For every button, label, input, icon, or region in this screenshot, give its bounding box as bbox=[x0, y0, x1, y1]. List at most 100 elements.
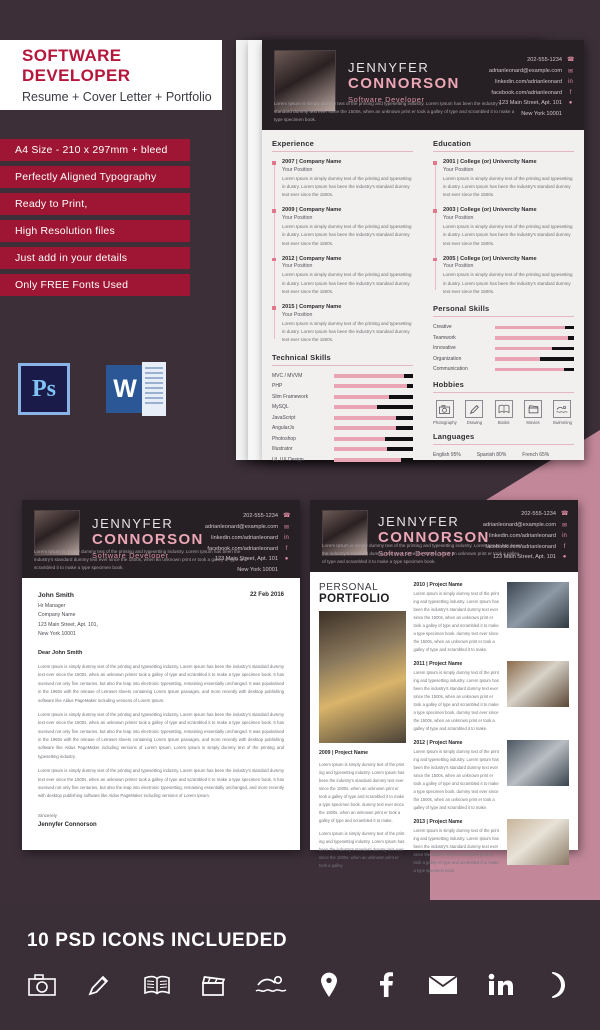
experience-item: 2007 | Company Name Your Position Lorem … bbox=[272, 159, 413, 199]
experience-heading: 2015 | Company Name bbox=[282, 304, 342, 311]
skill-label: Organization bbox=[433, 355, 462, 362]
project-text: 2012 | Project Name Lorem Ipsum is simpl… bbox=[413, 740, 501, 812]
name-block: JENNYFER CONNORSON Software Developer bbox=[348, 60, 460, 104]
icons-banner-row bbox=[20, 965, 580, 1005]
hobby-label: Drawing bbox=[466, 420, 483, 426]
skill-label: AngularJs bbox=[272, 425, 295, 432]
letter-signer: Jennyfer Connorson bbox=[38, 821, 97, 828]
recipient-company: Company Name bbox=[38, 612, 76, 618]
language-item: Spanish 80% bbox=[476, 452, 507, 459]
location-icon: ● bbox=[562, 554, 567, 560]
skill-row: Organization bbox=[433, 356, 574, 362]
feature-list: A4 Size - 210 x 297mm + bleed Perfectly … bbox=[0, 139, 190, 301]
contact-row: 202-555-1234 ☎ bbox=[489, 56, 574, 64]
technical-skills-list: MVC / MVVM PHP Slim Framework MySQL Java… bbox=[272, 373, 413, 463]
personal-skills-list: Creative Teamwork Innovative Organizatio… bbox=[433, 324, 574, 372]
contact-text: 202-555-1234 bbox=[521, 510, 556, 517]
skill-row: Photoshop bbox=[272, 436, 413, 442]
hobby-label: Photography bbox=[433, 420, 457, 426]
mail-icon: ✉ bbox=[567, 68, 574, 75]
project-heading: 2013 | Project Name bbox=[413, 818, 463, 825]
recipient-city: New York 10001 bbox=[38, 631, 76, 637]
contact-row: 202-555-1234 ☎ bbox=[483, 510, 569, 518]
resume-right-column: Education 2001 | College (or) Univercity… bbox=[423, 130, 584, 460]
facebook-icon: f bbox=[563, 543, 566, 550]
education-body: Lorem Ipsum is simply dummy text of the … bbox=[443, 175, 573, 198]
poster-canvas: SOFTWARE DEVELOPER Resume + Cover Letter… bbox=[0, 0, 600, 1030]
section-title-technical-skills: Technical Skills bbox=[272, 353, 413, 366]
portfolio-left-body: Lorem Ipsum is simply dummy text of the … bbox=[319, 830, 405, 868]
letter-paragraph: Lorem Ipsum is simply dummy text of the … bbox=[38, 711, 284, 759]
section-title-hobbies: Hobbies bbox=[433, 380, 574, 394]
skill-row: PHP bbox=[272, 383, 413, 389]
skill-label: JavaScript bbox=[272, 414, 296, 421]
hobby-label: Swimming bbox=[552, 420, 572, 426]
section-title-languages: Languages bbox=[433, 432, 574, 446]
project-thumbnail bbox=[507, 660, 569, 707]
linkedin-icon: in bbox=[562, 533, 567, 539]
skill-row: MVC / MVVM bbox=[272, 373, 413, 379]
first-name: JENNYFER bbox=[92, 516, 174, 531]
resume-left-column: Experience 2007 | Company Name Your Posi… bbox=[262, 130, 423, 463]
skill-row: Communication bbox=[433, 366, 574, 372]
skill-bar bbox=[334, 384, 413, 389]
skill-row: JavaScript bbox=[272, 415, 413, 421]
experience-body: Lorem Ipsum is simply dummy text of the … bbox=[282, 223, 412, 246]
skill-row: MySQL bbox=[272, 404, 413, 410]
last-name: CONNORSON bbox=[92, 531, 204, 548]
section-title-experience: Experience bbox=[272, 139, 413, 152]
profile-blurb: Lorem Ipsum is simply dummy text of the … bbox=[34, 548, 248, 570]
education-heading: 2003 | College (or) Univercity Name bbox=[443, 207, 537, 214]
feature-item: High Resolution files bbox=[0, 220, 190, 242]
portfolio-body: PERSONAL PORTFOLIO 2009 | Project Name L… bbox=[310, 572, 578, 873]
camera-icon bbox=[435, 400, 454, 419]
portfolio-project: 2010 | Project Name Lorem Ipsum is simpl… bbox=[413, 582, 569, 654]
skill-bar bbox=[334, 457, 413, 462]
skill-label: Illustrator bbox=[272, 446, 293, 453]
hobby-item: Photography bbox=[433, 400, 457, 425]
education-item: 2003 | College (or) Univercity Name Your… bbox=[433, 207, 574, 247]
education-item: 2001 | College (or) Univercity Name Your… bbox=[433, 159, 574, 199]
education-subheading: Your Position bbox=[443, 214, 474, 221]
experience-subheading: Your Position bbox=[282, 166, 313, 173]
skill-bar bbox=[334, 394, 413, 399]
contact-text: linkedin.com/adrianleonard bbox=[495, 79, 562, 85]
facebook-icon bbox=[364, 965, 408, 1005]
portfolio-title-line1: PERSONAL bbox=[319, 582, 379, 593]
project-thumbnail bbox=[507, 818, 569, 865]
location-pin-icon bbox=[307, 965, 351, 1005]
letter-salutation: Dear John Smith bbox=[38, 650, 83, 656]
book-icon bbox=[135, 965, 179, 1005]
education-body: Lorem Ipsum is simply dummy text of the … bbox=[443, 223, 573, 246]
experience-item: 2009 | Company Name Your Position Lorem … bbox=[272, 207, 413, 247]
contact-row: adrianleonard@example.com ✉ bbox=[205, 524, 290, 531]
section-title-education: Education bbox=[433, 139, 574, 152]
experience-item: 2012 | Company Name Your Position Lorem … bbox=[272, 256, 413, 296]
linkedin-icon: in bbox=[284, 535, 289, 541]
hobby-item: Books bbox=[492, 400, 515, 425]
contact-row: adrianleonard@example.com ✉ bbox=[483, 522, 568, 529]
contact-text: facebook.com/adrianleonard bbox=[491, 89, 562, 96]
skill-row: Illustrator bbox=[272, 446, 413, 452]
last-name: CONNORSON bbox=[348, 75, 460, 92]
project-body: Lorem Ipsum is simply dummy text of the … bbox=[413, 669, 499, 731]
phone-icon: ☎ bbox=[561, 511, 569, 517]
facebook-icon: f bbox=[285, 545, 288, 552]
contact-text: linkedin.com/adrianleonard bbox=[211, 535, 278, 541]
experience-heading: 2007 | Company Name bbox=[282, 159, 342, 165]
project-body: Lorem Ipsum is simply dummy text of the … bbox=[413, 748, 499, 810]
education-item: 2005 | College (or) Univercity Name Your… bbox=[433, 255, 574, 296]
language-item: English 95% bbox=[433, 452, 461, 459]
contact-row: linkedin.com/adrianleonard in bbox=[483, 533, 568, 539]
word-logo-letter: W bbox=[106, 365, 144, 413]
experience-subheading: Your Position bbox=[282, 214, 313, 221]
education-heading: 2005 | College (or) Univercity Name bbox=[443, 255, 537, 262]
icons-banner-title: 10 PSD ICONS INCLUEDED bbox=[27, 930, 288, 951]
skill-label: PHP bbox=[272, 383, 283, 390]
contact-text: adrianleonard@example.com bbox=[482, 522, 556, 528]
pencil-icon bbox=[465, 400, 484, 419]
feature-item: Ready to Print, bbox=[0, 193, 190, 215]
contact-text: 202-555-1234 bbox=[527, 56, 562, 63]
hobby-item: Swimming bbox=[551, 400, 574, 425]
skill-label: MySQL bbox=[272, 404, 289, 411]
